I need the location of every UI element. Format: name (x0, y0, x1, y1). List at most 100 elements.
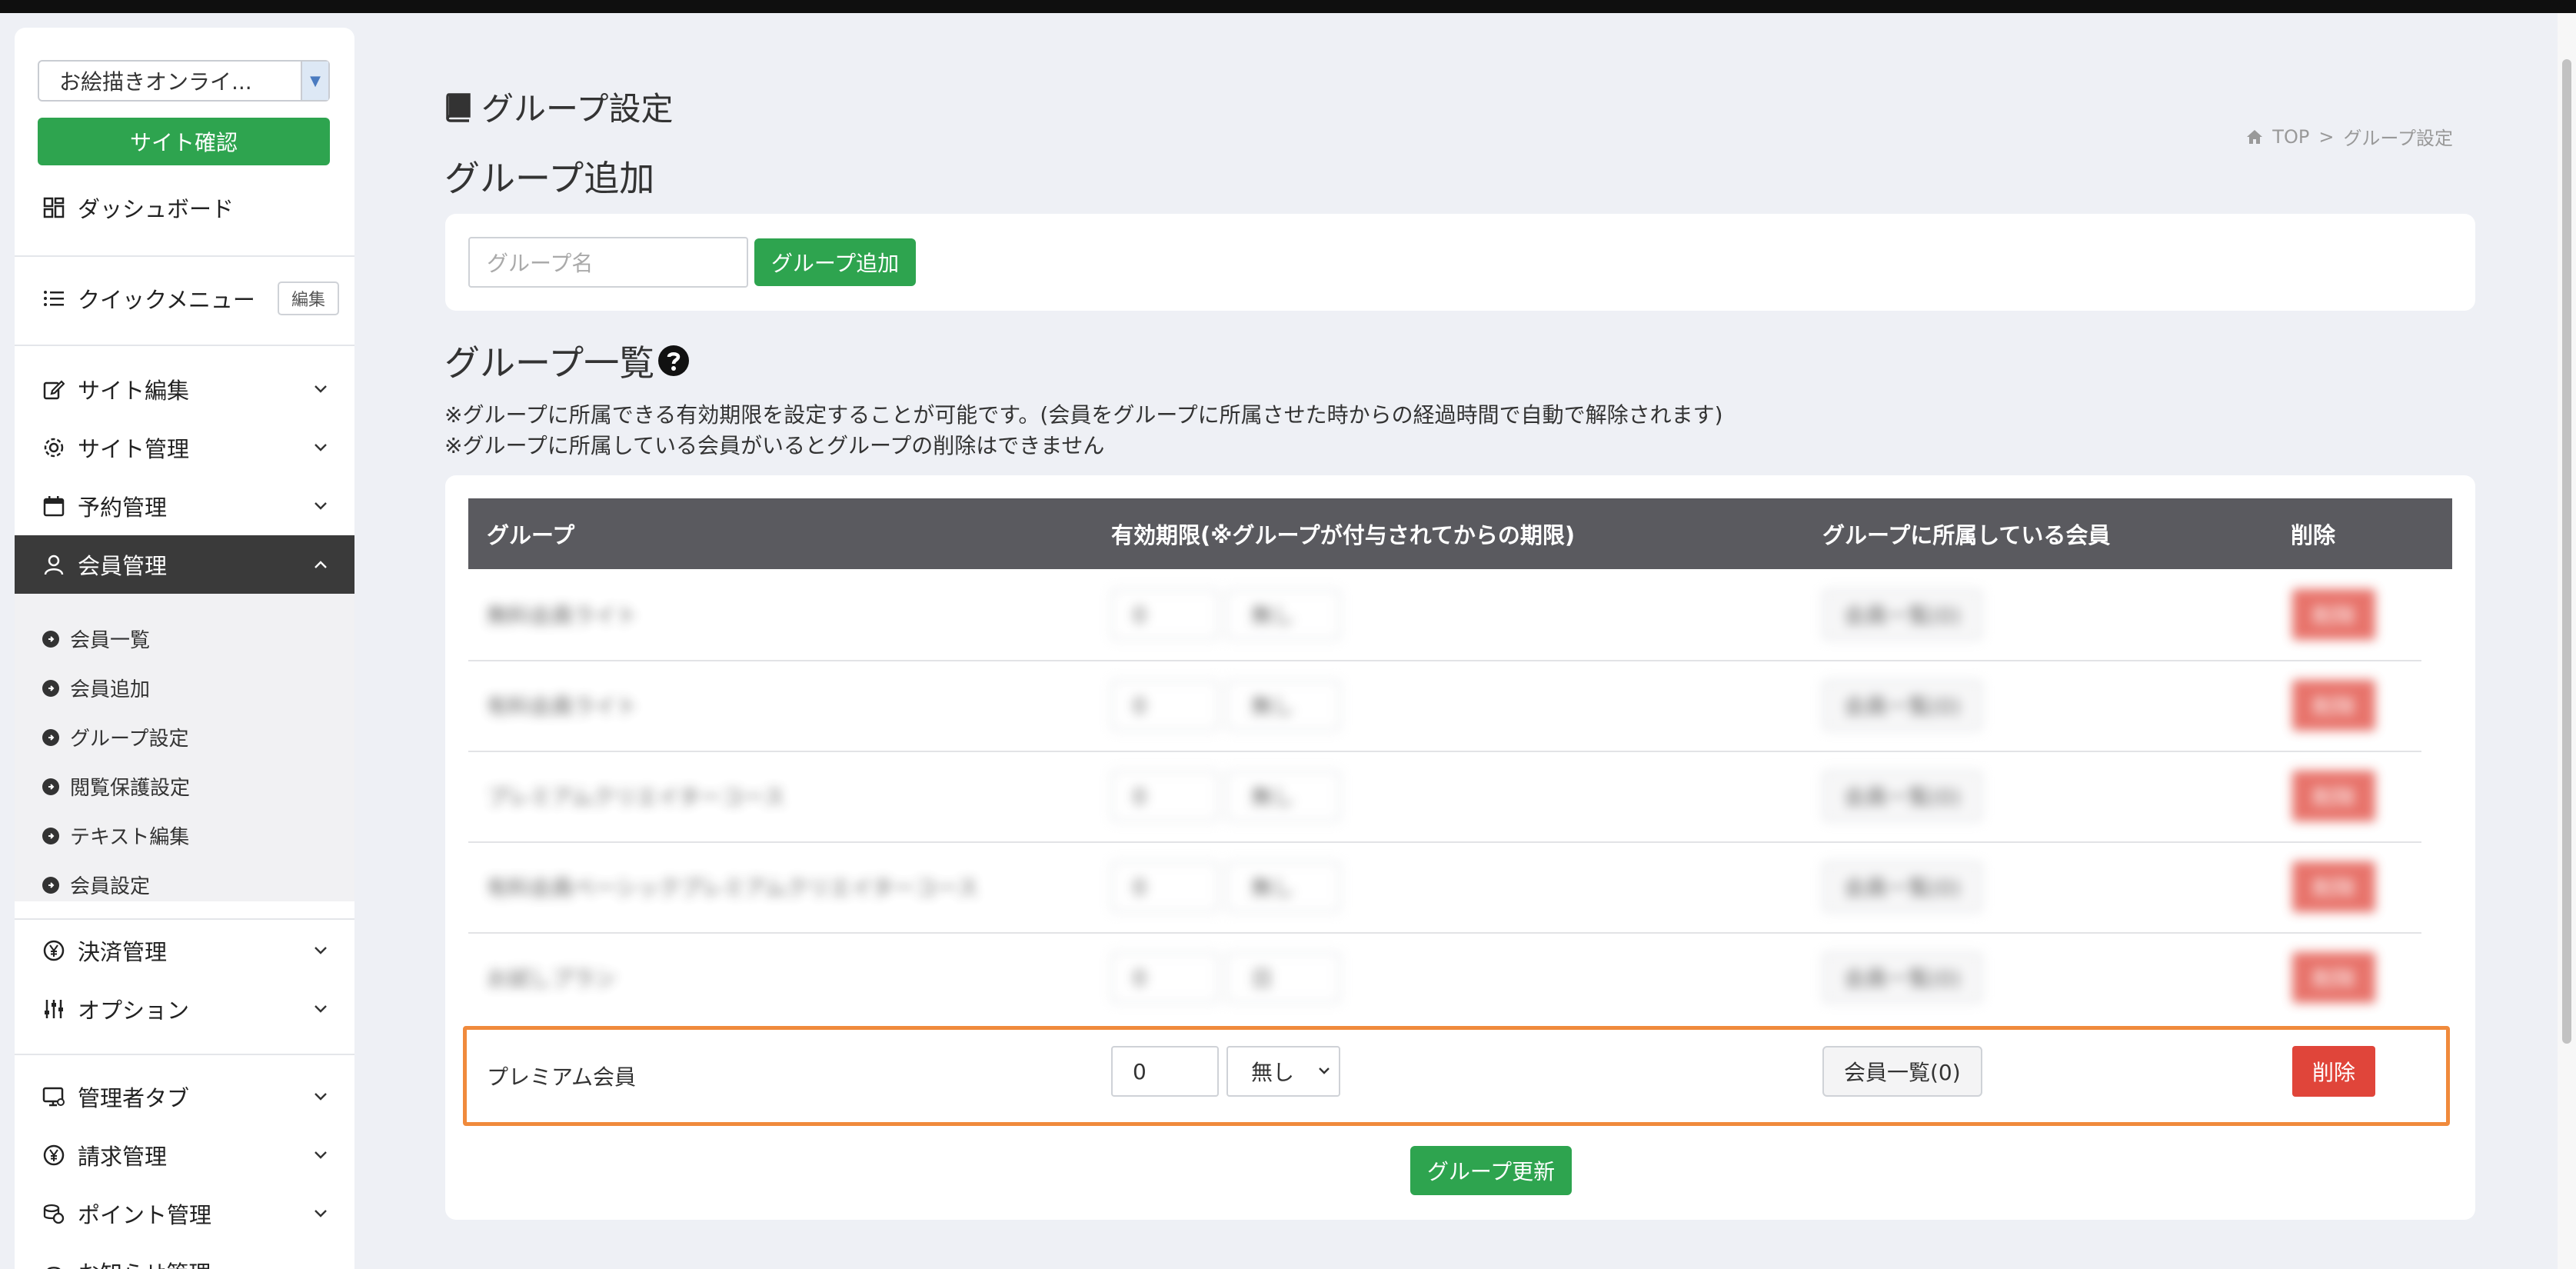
group-name: 無料会員ライト (487, 603, 638, 628)
site-check-button[interactable]: サイト確認 (38, 118, 330, 165)
arrow-circle-icon (42, 778, 59, 795)
help-icon[interactable] (657, 345, 690, 377)
submenu-item-member-add[interactable]: 会員追加 (42, 674, 150, 702)
sidebar-item-payment[interactable]: 決済管理 (15, 921, 354, 980)
table-row: 有料会員ライト 0 無し 会員一覧(0) 削除 (468, 660, 2452, 751)
submenu-item-label: 会員追加 (70, 678, 151, 701)
table-header: グループ 有効期限(※グループが付与されてからの期限) グループに所属している会… (468, 498, 2452, 569)
expiration-value-input[interactable]: 0 (1111, 771, 1219, 821)
bell-icon (41, 1259, 67, 1269)
expiration-unit-select[interactable]: 無し (1226, 771, 1340, 821)
arrow-circle-icon (42, 679, 59, 697)
gear-icon (41, 435, 67, 461)
breadcrumb-separator: > (2318, 125, 2335, 148)
chevron-down-icon (305, 501, 336, 511)
sidebar-item-site-edit[interactable]: サイト編集 (15, 360, 354, 418)
expiration-unit-select[interactable]: 無し (1226, 861, 1340, 912)
book-icon (444, 92, 472, 122)
sidebar-item-label: サイト管理 (78, 436, 190, 462)
delete-button[interactable]: 削除 (2292, 861, 2375, 912)
sidebar-item-label: ポイント管理 (78, 1202, 212, 1228)
site-select[interactable]: お絵描きオンライ... ▼ (38, 60, 330, 102)
expiration-value-input[interactable]: 0 (1111, 861, 1219, 912)
delete-button[interactable]: 削除 (2292, 952, 2375, 1003)
member-list-button[interactable]: 会員一覧(0) (1822, 861, 1982, 912)
member-list-button[interactable]: 会員一覧(0) (1822, 952, 1982, 1003)
select-arrow-icon[interactable]: ▼ (301, 62, 328, 100)
submenu-item-label: テキスト編集 (70, 826, 190, 849)
delete-button[interactable]: 削除 (2292, 771, 2375, 821)
sidebar-item-label: サイト編集 (78, 378, 190, 404)
chevron-up-icon (305, 560, 336, 569)
page-title: グループ設定 (444, 83, 673, 130)
expiration-value-input[interactable]: 0 (1111, 589, 1219, 640)
sidebar-item-member-manage[interactable]: 会員管理 (15, 535, 354, 594)
chevron-down-icon (305, 1151, 336, 1160)
user-icon (41, 551, 67, 578)
sidebar-item-notice[interactable]: お知らせ管理 (15, 1243, 354, 1269)
divider (15, 918, 354, 920)
submenu-item-member-settings[interactable]: 会員設定 (42, 871, 150, 899)
sidebar-item-quick-menu[interactable]: クイックメニュー 編集 (15, 272, 354, 325)
breadcrumb-home-link[interactable]: TOP (2272, 126, 2309, 148)
breadcrumb-current: グループ設定 (2343, 128, 2453, 149)
sidebar-item-reservation[interactable]: 予約管理 (15, 477, 354, 535)
group-list-heading: グループ一覧 (444, 335, 690, 386)
sidebar-item-admin-tab[interactable]: 管理者タブ (15, 1067, 354, 1126)
expiration-controls: 0 日 (1111, 952, 1340, 1003)
delete-cell: 削除 (2292, 680, 2375, 731)
expiration-controls: 0 無し (1111, 861, 1340, 912)
arrow-circle-icon (42, 827, 59, 844)
sidebar-item-points[interactable]: ポイント管理 (15, 1184, 354, 1243)
expiration-value-input[interactable]: 0 (1111, 952, 1219, 1003)
submenu-item-member-list[interactable]: 会員一覧 (42, 625, 150, 653)
scrollbar-thumb[interactable] (2562, 59, 2571, 1044)
member-list-cell: 会員一覧(0) (1822, 952, 1982, 1003)
dashboard-icon (41, 195, 67, 221)
group-name: お試しプラン (487, 966, 617, 991)
highlight-box (463, 1026, 2450, 1126)
member-list-button[interactable]: 会員一覧(0) (1822, 680, 1982, 731)
chevron-down-icon (305, 385, 336, 394)
chevron-down-icon (305, 946, 336, 955)
submenu-item-label: 会員一覧 (70, 629, 151, 652)
coins-icon (41, 1201, 67, 1227)
expiration-unit-select[interactable]: 無し (1226, 680, 1340, 731)
table-row: 無料会員ライト 0 無し 会員一覧(0) 削除 (468, 569, 2452, 660)
submenu-item-label: グループ設定 (70, 728, 189, 751)
group-name-input[interactable]: グループ名 (468, 237, 748, 288)
sidebar-item-site-manage[interactable]: サイト管理 (15, 418, 354, 477)
delete-button[interactable]: 削除 (2292, 680, 2375, 731)
page-title-text: グループ設定 (481, 90, 674, 128)
note-expiration: ※グループに所属できる有効期限を設定することが可能です。(会員をグループに所属さ… (444, 402, 1723, 428)
expiration-value-input[interactable]: 0 (1111, 680, 1219, 731)
member-list-cell: 会員一覧(0) (1822, 771, 1982, 821)
add-group-button[interactable]: グループ追加 (754, 238, 916, 286)
column-header-expiration: 有効期限(※グループが付与されてからの期限) (1111, 522, 1576, 548)
sidebar-item-billing[interactable]: 請求管理 (15, 1126, 354, 1184)
group-list-card: グループ 有効期限(※グループが付与されてからの期限) グループに所属している会… (445, 475, 2475, 1220)
expiration-unit-select[interactable]: 無し (1226, 589, 1340, 640)
table-row: 有料会員ベーシックプレミアムクリエイターコース 0 無し 会員一覧(0) 削除 (468, 841, 2452, 932)
arrow-circle-icon (42, 630, 59, 648)
submenu-item-group-settings[interactable]: グループ設定 (42, 723, 188, 751)
submenu-item-view-protection[interactable]: 閲覧保護設定 (42, 772, 190, 801)
sidebar-item-label: お知らせ管理 (78, 1256, 354, 1269)
submenu-item-text-edit[interactable]: テキスト編集 (42, 821, 189, 850)
scrollbar[interactable] (2558, 13, 2576, 1269)
member-list-button[interactable]: 会員一覧(0) (1822, 771, 1982, 821)
member-submenu: 会員一覧 会員追加 グループ設定 閲覧保護設定 テキスト編集 会員設定 (15, 594, 354, 901)
sidebar-item-label: ダッシュボード (78, 196, 235, 222)
member-list-button[interactable]: 会員一覧(0) (1822, 589, 1982, 640)
submenu-item-label: 会員設定 (70, 875, 151, 898)
home-icon (2246, 129, 2263, 145)
quick-menu-edit-button[interactable]: 編集 (277, 281, 339, 315)
yen-icon (41, 1142, 67, 1168)
sidebar-item-dashboard[interactable]: ダッシュボード (15, 182, 354, 234)
delete-button[interactable]: 削除 (2292, 589, 2375, 640)
chevron-down-icon (305, 1209, 336, 1218)
sidebar-item-option[interactable]: オプション (15, 980, 354, 1038)
expiration-unit-select[interactable]: 日 (1226, 952, 1340, 1003)
update-groups-button[interactable]: グループ更新 (1410, 1146, 1572, 1195)
expiration-controls: 0 無し (1111, 589, 1340, 640)
